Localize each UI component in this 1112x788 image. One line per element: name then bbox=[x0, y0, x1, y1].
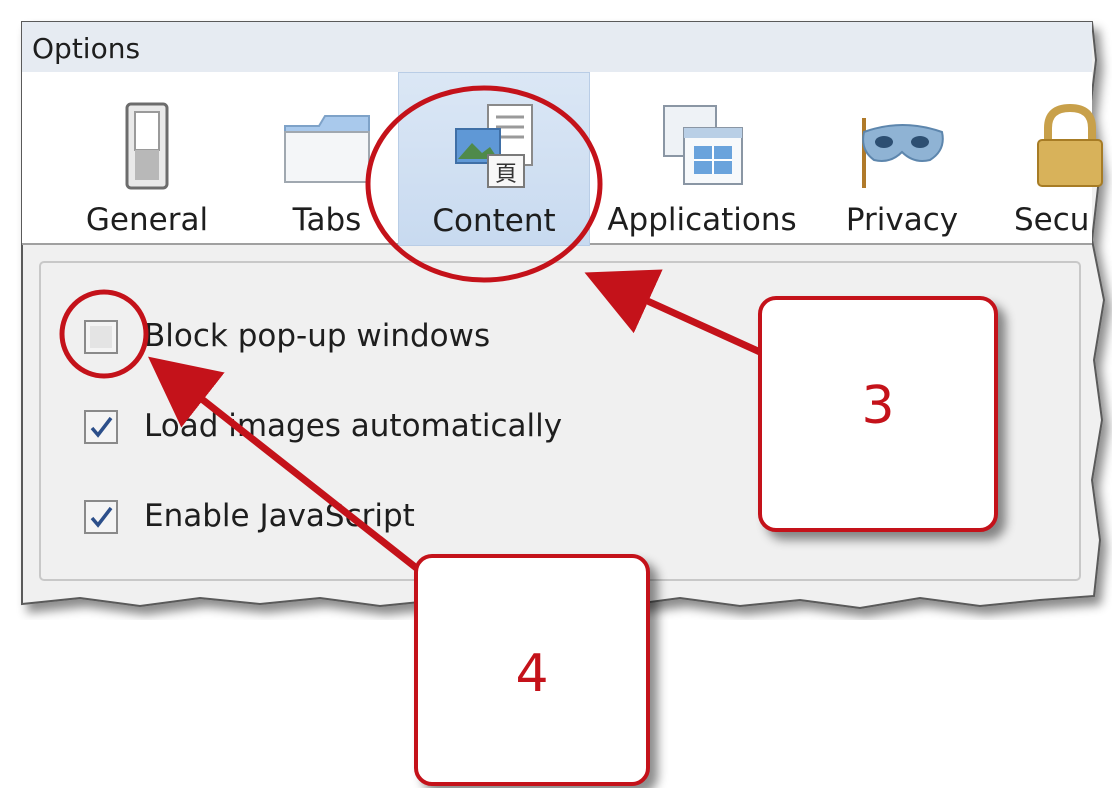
tab-security-label: Secu bbox=[1014, 202, 1090, 238]
tab-general[interactable]: General bbox=[62, 72, 232, 244]
applications-window-icon bbox=[663, 105, 743, 185]
block-popups-checkbox[interactable] bbox=[84, 320, 118, 354]
callout-3-number: 3 bbox=[861, 376, 895, 436]
tab-content[interactable]: 頁 Content bbox=[398, 72, 590, 246]
tab-security[interactable]: Secu bbox=[1014, 72, 1112, 244]
callout-3: 3 bbox=[758, 296, 998, 532]
tab-applications-label: Applications bbox=[607, 202, 797, 238]
tab-privacy[interactable]: Privacy bbox=[822, 72, 982, 244]
security-lock-icon bbox=[1037, 103, 1103, 187]
window-title: Options bbox=[32, 32, 141, 65]
tab-tabs[interactable]: Tabs bbox=[242, 72, 412, 244]
tab-content-label: Content bbox=[432, 203, 556, 239]
privacy-mask-icon bbox=[862, 118, 944, 188]
switch-icon bbox=[125, 102, 169, 190]
tabs-folder-icon bbox=[284, 115, 370, 183]
load-images-checkbox[interactable] bbox=[84, 410, 118, 444]
block-popups-label: Block pop-up windows bbox=[144, 318, 491, 354]
tab-tabs-label: Tabs bbox=[292, 202, 362, 238]
tab-privacy-label: Privacy bbox=[845, 202, 959, 238]
callout-4-number: 4 bbox=[515, 644, 549, 704]
svg-text:頁: 頁 bbox=[495, 162, 517, 187]
tab-general-label: General bbox=[85, 202, 209, 238]
enable-javascript-checkbox[interactable] bbox=[84, 500, 118, 534]
options-toolbar: General Tabs 頁 Content Applications Priv… bbox=[22, 72, 1103, 246]
tab-applications[interactable]: Applications bbox=[592, 72, 812, 244]
callout-4: 4 bbox=[414, 554, 650, 786]
content-page-icon: 頁 bbox=[455, 104, 533, 188]
load-images-label: Load images automatically bbox=[144, 408, 563, 444]
enable-javascript-label: Enable JavaScript bbox=[144, 498, 415, 534]
